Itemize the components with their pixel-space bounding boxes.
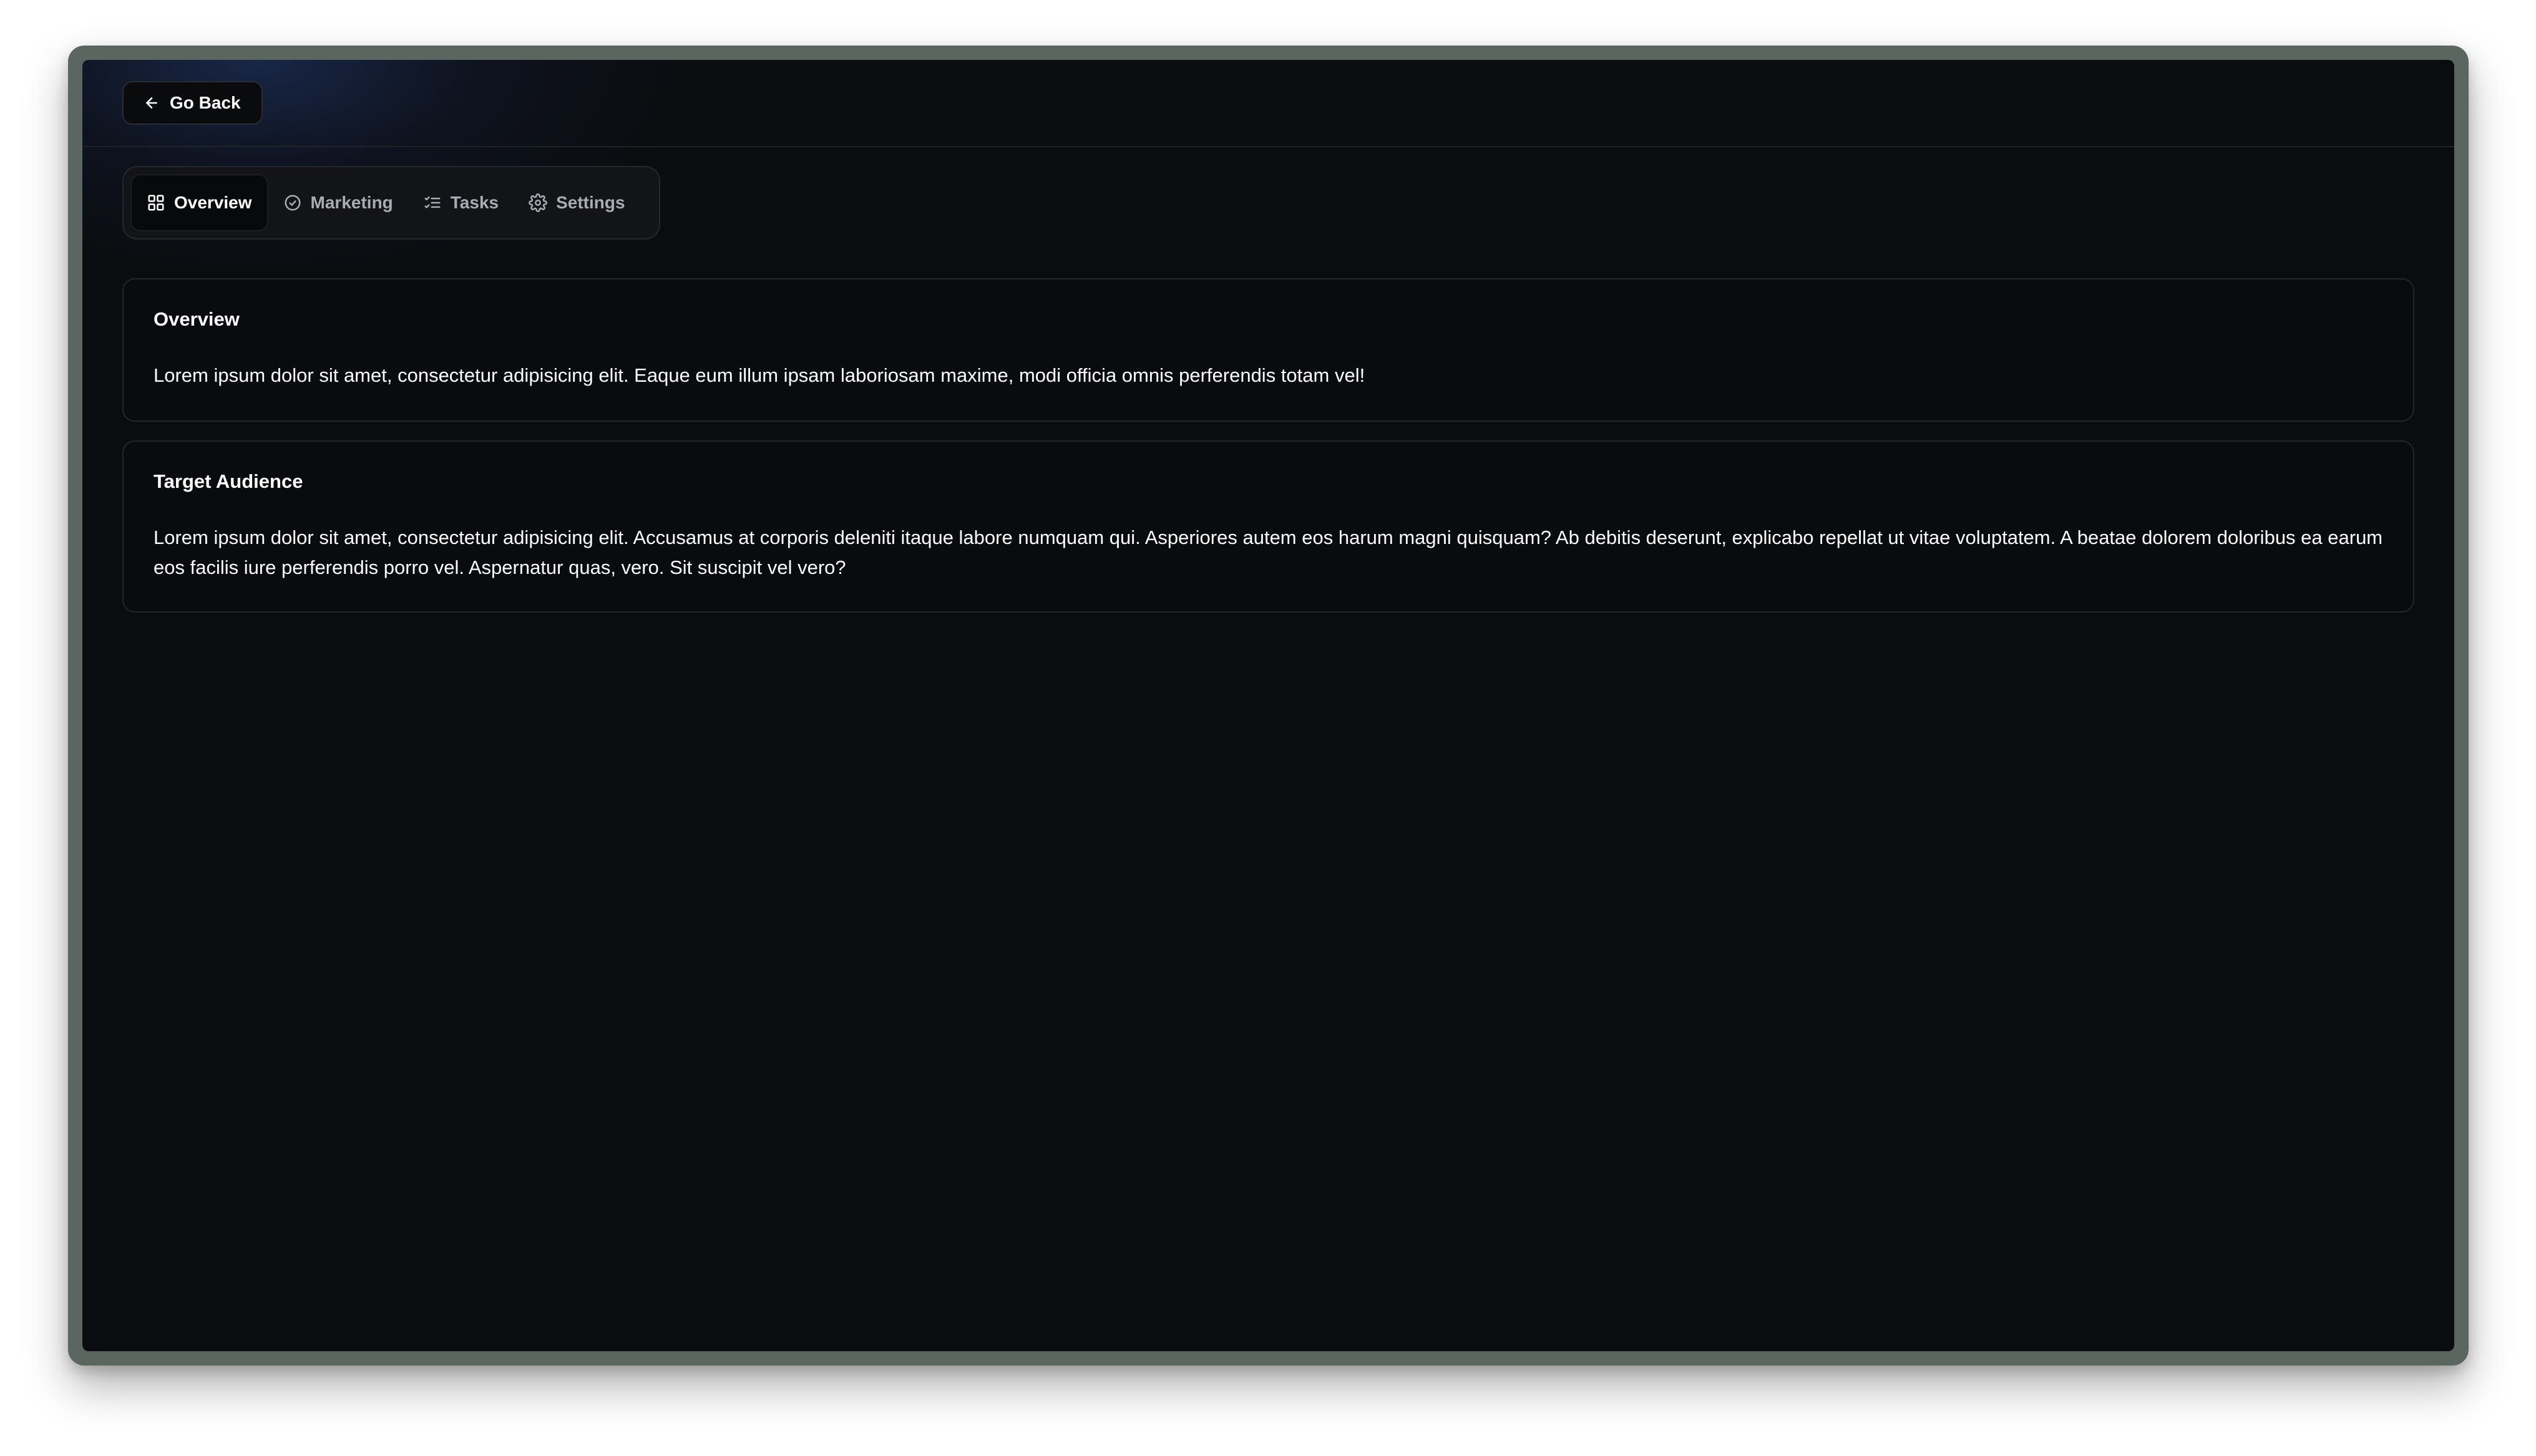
app-window: Go Back Overview Marketing Tasks Setting… — [82, 60, 2454, 1351]
card-title: Overview — [154, 308, 240, 330]
overview-card: Overview Lorem ipsum dolor sit amet, con… — [122, 278, 2414, 422]
tab-label: Settings — [556, 193, 625, 212]
gear-icon — [529, 193, 548, 212]
list-checks-icon — [424, 197, 441, 208]
arrow-left-icon — [146, 97, 157, 109]
tab-label: Tasks — [450, 193, 499, 212]
go-back-button[interactable]: Go Back — [122, 81, 263, 125]
card-title: Target Audience — [154, 470, 303, 492]
target-audience-card: Target Audience Lorem ipsum dolor sit am… — [122, 440, 2414, 613]
layout-grid-icon — [148, 195, 164, 211]
card-body: Lorem ipsum dolor sit amet, consectetur … — [154, 527, 2383, 578]
tab-settings[interactable]: Settings — [514, 174, 640, 231]
tab-label: Overview — [174, 193, 252, 212]
top-bar: Go Back — [82, 60, 2454, 147]
go-back-label: Go Back — [170, 93, 241, 112]
tab-label: Marketing — [310, 193, 393, 212]
card-body: Lorem ipsum dolor sit amet, consectetur … — [154, 364, 1365, 386]
tab-marketing[interactable]: Marketing — [268, 174, 408, 231]
circle-check-icon — [285, 195, 301, 211]
tab-bar: Overview Marketing Tasks Settings — [122, 166, 660, 240]
tab-overview[interactable]: Overview — [130, 174, 268, 231]
device-frame: Go Back Overview Marketing Tasks Setting… — [68, 46, 2469, 1366]
tab-tasks[interactable]: Tasks — [408, 174, 514, 231]
